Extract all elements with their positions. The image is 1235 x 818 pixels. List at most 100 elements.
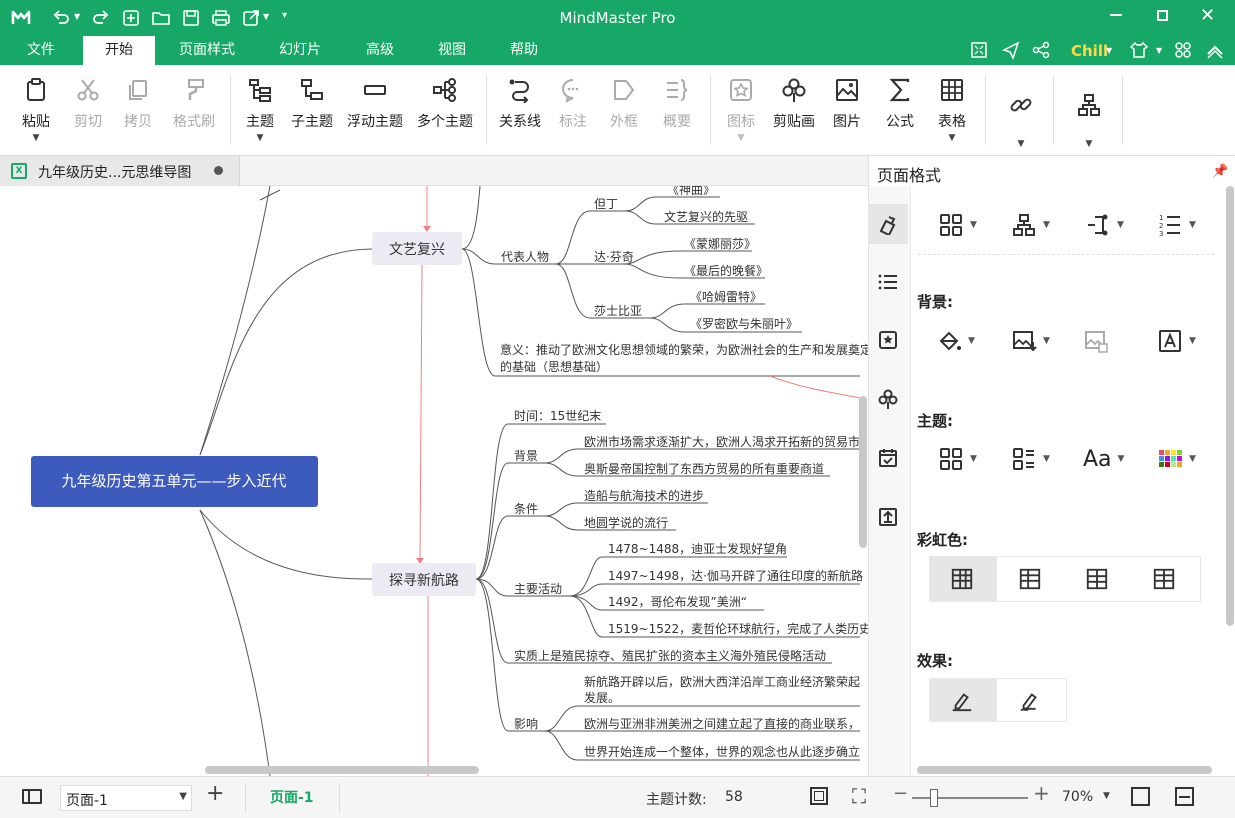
summary-button[interactable]: 概要 <box>656 73 698 151</box>
formula-button[interactable]: 公式 <box>879 73 921 151</box>
page-list-icon[interactable] <box>22 789 42 804</box>
subtopic[interactable]: 欧洲与亚洲非洲美洲之间建立起了直接的商业联系， <box>584 716 860 731</box>
mark-dropdown-icon[interactable]: ▼ <box>720 133 762 143</box>
collapse-ribbon-icon[interactable] <box>1204 40 1226 60</box>
rainbow-option-1-icon[interactable] <box>950 564 974 594</box>
menu-advanced[interactable]: 高级 <box>350 36 410 65</box>
panel-scrollbar[interactable] <box>1226 186 1234 626</box>
outline-tab-icon[interactable] <box>868 262 908 302</box>
maximize-button[interactable] <box>1157 10 1168 21</box>
subtopic[interactable]: 条件 <box>514 502 538 516</box>
subtopic[interactable]: 《哈姆雷特》 <box>690 289 762 304</box>
menu-file[interactable]: 文件 <box>14 36 68 65</box>
subtopic[interactable]: 新航路开辟以后，欧洲大西洋沿岸工商业经济繁荣起 <box>584 674 860 689</box>
fit-width-icon[interactable] <box>1131 787 1150 806</box>
multiple-topics-button[interactable]: 多个主题 <box>413 73 477 151</box>
clipart-button[interactable]: 剪贴画 <box>770 73 818 151</box>
canvas-horizontal-scrollbar[interactable] <box>205 766 479 774</box>
boundary-button[interactable]: 外框 <box>603 73 645 151</box>
layout-button[interactable]: ▼ <box>1068 73 1110 151</box>
menu-page-style[interactable]: 页面样式 <box>170 36 244 65</box>
subtopic[interactable]: 1478~1488，迪亚士发现好望角 <box>608 541 787 556</box>
subtopic[interactable]: 《最后的晚餐》 <box>684 263 768 278</box>
topic-dropdown-icon[interactable]: ▼ <box>238 133 282 143</box>
zoom-out-icon[interactable]: − <box>893 783 908 804</box>
apps-icon[interactable] <box>1172 40 1194 60</box>
table-dropdown-icon[interactable]: ▼ <box>931 133 973 143</box>
layout-option-button[interactable]: ▼ <box>938 210 977 240</box>
subtopic[interactable]: 文艺复兴的先驱 <box>664 209 748 224</box>
subtopic[interactable]: 造船与航海技术的进步 <box>584 488 704 503</box>
export-tab-icon[interactable] <box>868 497 908 537</box>
background-image-button[interactable]: ▼ <box>1011 326 1050 356</box>
subtopic[interactable]: 《蒙娜丽莎》 <box>684 237 756 251</box>
floating-topic-button[interactable]: 浮动主题 <box>343 73 407 151</box>
subtopic[interactable]: 达·芬奇 <box>594 250 634 264</box>
relationship-button[interactable]: 关系线 <box>494 73 546 151</box>
subtopic[interactable]: 莎士比亚 <box>594 304 642 318</box>
subtopic[interactable]: 世界开始连成一个整体，世界的观念也从此逐步确立 <box>584 744 860 759</box>
subtopic[interactable]: 背景 <box>514 449 538 463</box>
menu-view[interactable]: 视图 <box>424 36 480 65</box>
unsaved-indicator[interactable] <box>214 166 223 175</box>
mark-button[interactable]: 图标 ▼ <box>720 73 762 151</box>
user-name[interactable]: Chill <box>1071 42 1108 60</box>
cut-button[interactable]: 剪切 <box>66 73 110 151</box>
panel-horizontal-scrollbar[interactable] <box>917 766 1212 774</box>
format-painter-button[interactable]: 格式刷 <box>168 73 220 151</box>
subtopic[interactable]: 实质上是殖民掠夺、殖民扩张的资本主义海外殖民侵略活动 <box>514 648 826 663</box>
callout-button[interactable]: 标注 <box>552 73 594 151</box>
watermark-button[interactable]: ▼ <box>1157 326 1196 356</box>
subtopic[interactable]: 主要活动 <box>514 582 562 596</box>
topic-shape-button[interactable]: ▼ <box>938 444 977 474</box>
background-color-button[interactable]: ▼ <box>936 326 975 356</box>
link-dropdown-icon[interactable]: ▼ <box>1000 139 1042 149</box>
canvas-vertical-scrollbar[interactable] <box>859 396 867 548</box>
mark-tab-icon[interactable] <box>868 320 908 360</box>
page-select[interactable]: 页面-1 ▼ <box>60 785 192 811</box>
user-dropdown-icon[interactable]: ▼ <box>1106 46 1112 55</box>
clipart-tab-icon[interactable] <box>868 379 908 419</box>
hand-drawn-off-icon[interactable] <box>950 686 974 716</box>
subtopic[interactable]: 《罗密欧与朱丽叶》 <box>690 316 798 331</box>
mindmap-canvas[interactable]: 九年级历史第五单元——步入近代 文艺复兴 探寻新航路 代表人物 但丁 达·芬奇 … <box>0 186 868 776</box>
add-page-icon[interactable]: + <box>206 781 224 806</box>
rainbow-option-3-icon[interactable] <box>1085 564 1109 594</box>
subtopic[interactable]: 的基础（思想基础） <box>500 359 608 374</box>
skin-icon[interactable] <box>1128 40 1150 60</box>
subtopic[interactable]: 影响 <box>514 716 538 731</box>
subtopic[interactable]: 奥斯曼帝国控制了东西方贸易的所有重要商道 <box>584 461 824 476</box>
zoom-slider-handle[interactable] <box>930 789 938 807</box>
page-tab[interactable]: 页面-1 <box>245 783 340 813</box>
topic-button[interactable]: 主题 ▼ <box>238 73 282 151</box>
remove-background-button[interactable] <box>1083 326 1109 356</box>
subtopic[interactable]: 1492，哥伦布发现”美洲“ <box>608 594 747 609</box>
rainbow-option-4-icon[interactable] <box>1152 564 1176 594</box>
layout-dropdown-icon[interactable]: ▼ <box>1068 139 1110 149</box>
subtopic[interactable]: 1519~1522，麦哲伦环球航行，完成了人类历史 <box>608 621 868 636</box>
numbering-button[interactable]: 1 2 3 ▼ <box>1157 210 1196 240</box>
table-button[interactable]: 表格 ▼ <box>931 73 973 151</box>
link-button[interactable]: ▼ <box>1000 73 1042 151</box>
paste-button[interactable]: 粘贴 ▼ <box>14 73 58 151</box>
send-icon[interactable] <box>1000 40 1022 60</box>
subtopic[interactable]: 意义：推动了欧洲文化思想领域的繁荣，为欧洲社会的生产和发展奠定 <box>500 342 868 357</box>
menu-slideshow[interactable]: 幻灯片 <box>264 36 336 65</box>
share-icon[interactable] <box>1030 40 1052 60</box>
pin-icon[interactable]: 📌 <box>1212 164 1228 179</box>
paste-dropdown-icon[interactable]: ▼ <box>14 133 58 143</box>
task-tab-icon[interactable] <box>868 438 908 478</box>
page-format-tab-icon[interactable] <box>868 204 908 244</box>
subtopic[interactable]: 但丁 <box>594 197 618 211</box>
skin-dropdown-icon[interactable]: ▼ <box>1156 46 1162 55</box>
close-button[interactable]: ✕ <box>1200 5 1215 26</box>
zoom-in-icon[interactable]: + <box>1033 781 1050 805</box>
zoom-dropdown-icon[interactable]: ▼ <box>1103 791 1110 801</box>
picture-button[interactable]: 图片 <box>826 73 868 151</box>
copy-button[interactable]: 拷贝 <box>116 73 160 151</box>
subtopic[interactable]: 《神曲》 <box>667 186 715 197</box>
subtopic[interactable]: 时间：15世纪末 <box>514 409 601 423</box>
structure-option-button[interactable]: ▼ <box>1011 210 1050 240</box>
fullscreen-icon[interactable] <box>968 40 990 60</box>
connector-style-button[interactable]: ▼ <box>1085 210 1124 240</box>
